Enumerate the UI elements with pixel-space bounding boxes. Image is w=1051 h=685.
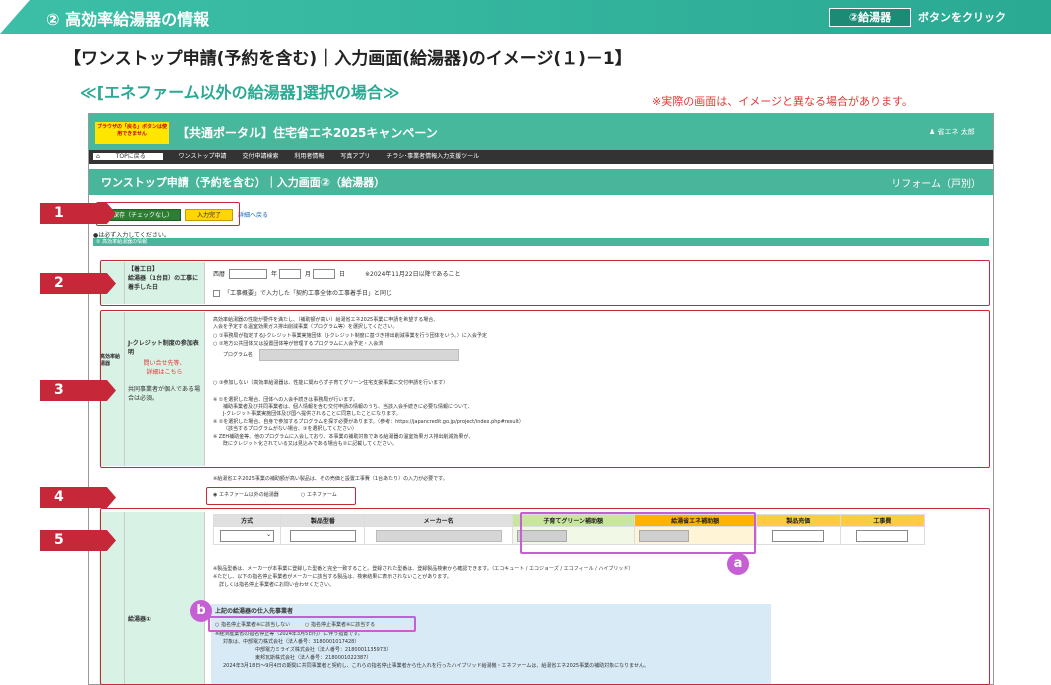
section-title: ② 高効率給湯器の情報 bbox=[46, 10, 210, 29]
disclaimer-note: ※実際の画面は、イメージと異なる場合があります。 bbox=[652, 95, 913, 108]
nav-onestop[interactable]: ワンストップ申請 bbox=[179, 153, 227, 160]
page-title-bar: ワンストップ申請（予約を含む）｜入力画面②（給湯器） リフォーム（戸別） bbox=[89, 169, 993, 195]
nav-photo-app[interactable]: 写真アプリ bbox=[340, 153, 370, 160]
reform-type: リフォーム（戸別） bbox=[891, 179, 981, 190]
user-label: 省エネ 太郎 bbox=[937, 128, 975, 136]
callout-label-4: 4 bbox=[40, 487, 116, 508]
user-icon: ♟ bbox=[929, 128, 938, 136]
type-select-note: ※給湯省エネ2025事業の補助額が高い製品は、その売価と設置工事費（1台あたり）… bbox=[213, 476, 448, 482]
highlight-box-b bbox=[208, 616, 416, 632]
portal-header: ブラウザの「戻る」ボタンは使用できません 【共通ポータル】住宅省エネ2025キャ… bbox=[89, 114, 993, 150]
water-heater-section-bar: ② 高効率給湯器の情報 bbox=[93, 238, 989, 246]
callout-box-4 bbox=[206, 487, 356, 505]
nav-top-label: TOPに戻る bbox=[115, 153, 146, 160]
back-button-warning: ブラウザの「戻る」ボタンは使用できません bbox=[95, 122, 169, 144]
portal-title: 【共通ポータル】住宅省エネ2025キャンペーン bbox=[177, 126, 438, 140]
portal-nav: ⌂ TOPに戻る ワンストップ申請 交付申請検索 利用者情報 写真アプリ チラシ… bbox=[89, 150, 993, 164]
user-name[interactable]: ♟ 省エネ 太郎 bbox=[929, 127, 975, 137]
section-header-bar: ② 高効率給湯器の情報 ②給湯器 ボタンをクリック bbox=[0, 0, 1051, 34]
highlight-marker-b: b bbox=[190, 600, 212, 622]
highlight-marker-a: a bbox=[727, 553, 749, 575]
callout-label-5: 5 bbox=[40, 530, 116, 551]
back-to-detail-link[interactable]: 詳細へ戻る bbox=[238, 210, 268, 219]
click-instruction: ボタンをクリック bbox=[918, 11, 1006, 24]
input-page-title: ワンストップ申請（予約を含む）｜入力画面②（給湯器） bbox=[101, 176, 386, 189]
page-subheading: ≪[エネファーム以外の給湯器]選択の場合≫ bbox=[80, 83, 400, 102]
callout-label-3: 3 bbox=[40, 380, 116, 401]
nav-top[interactable]: ⌂ TOPに戻る bbox=[93, 153, 163, 160]
nav-userinfo[interactable]: 利用者情報 bbox=[294, 153, 324, 160]
callout-box-2 bbox=[100, 260, 990, 306]
nav-flyer-tool[interactable]: チラシ･事業者情報入力支援ツール bbox=[386, 153, 479, 160]
highlight-box-a bbox=[520, 512, 756, 554]
home-icon: ⌂ bbox=[96, 153, 102, 160]
callout-label-1: 1 bbox=[40, 203, 116, 224]
kyutoki-button-label: ②給湯器 bbox=[829, 8, 911, 27]
callout-box-1 bbox=[96, 202, 240, 226]
header-slash-decoration bbox=[0, 0, 30, 34]
nav-search[interactable]: 交付申請検索 bbox=[242, 153, 278, 160]
callout-box-3 bbox=[100, 310, 990, 468]
callout-label-2: 2 bbox=[40, 273, 116, 294]
page-heading: 【ワンストップ申請(予約を含む)｜入力画面(給湯器)のイメージ(１)－1】 bbox=[64, 49, 632, 69]
